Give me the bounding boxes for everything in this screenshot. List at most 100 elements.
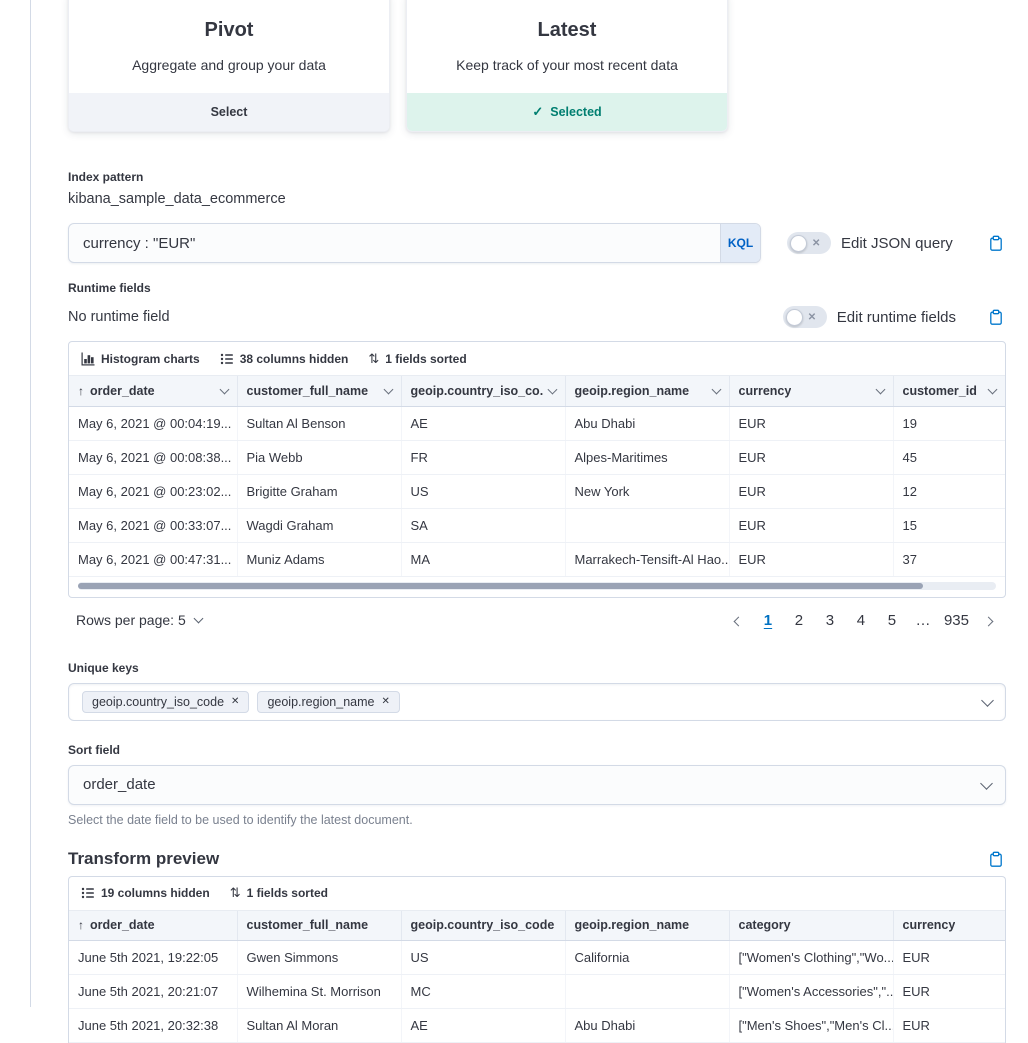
table-cell: US (401, 941, 565, 975)
columns-icon (220, 352, 234, 366)
unique-key-pill[interactable]: geoip.region_name ✕ (257, 691, 399, 713)
column-header-content: geoip.country_iso_code (411, 918, 556, 932)
index-pattern-value: kibana_sample_data_ecommerce (68, 191, 1006, 207)
chevron-right-icon (984, 616, 994, 626)
column-header-label: customer_full_name (247, 918, 369, 932)
scrollbar-thumb[interactable] (78, 583, 923, 589)
query-text: currency : "EUR" (83, 235, 195, 252)
pivot-card[interactable]: Pivot Aggregate and group your data Sele… (68, 0, 390, 132)
sort-field-help-text: Select the date field to be used to iden… (68, 813, 1006, 827)
copy-runtime-fields-button[interactable] (986, 307, 1006, 328)
latest-card[interactable]: Latest Keep track of your most recent da… (406, 0, 728, 132)
kql-language-button[interactable]: KQL (720, 224, 760, 262)
column-header-content: currency (903, 918, 997, 932)
page-button[interactable]: 5 (881, 610, 903, 631)
source-data-grid: Histogram charts 38 columns hidden ⇅ 1 f… (68, 341, 1006, 598)
column-header-content: ↑order_date (78, 918, 228, 932)
column-header-label: customer_id (903, 384, 977, 398)
column-header-content: currency (739, 384, 884, 398)
unique-key-pill-label: geoip.country_iso_code (92, 695, 224, 709)
unique-keys-combobox[interactable]: geoip.country_iso_code✕geoip.region_name… (68, 683, 1006, 721)
table-cell: May 6, 2021 @ 00:47:31... (69, 542, 237, 576)
chevron-down-icon[interactable] (981, 694, 994, 707)
column-header[interactable]: currency (729, 376, 893, 406)
page-button[interactable]: 3 (819, 610, 841, 631)
switch-knob (790, 235, 807, 252)
rows-per-page-button[interactable]: Rows per page: 5 (76, 612, 202, 628)
column-header[interactable]: ↑order_date (69, 376, 237, 406)
column-header[interactable]: ↑order_date (69, 911, 237, 941)
table-cell: EUR (893, 941, 1005, 975)
page-button[interactable]: 2 (788, 610, 810, 631)
table-cell: US (401, 474, 565, 508)
histogram-charts-button[interactable]: Histogram charts (81, 352, 200, 366)
table-cell: Alpes-Maritimes (565, 440, 729, 474)
edit-json-query-switch[interactable]: ✕ (787, 232, 831, 254)
latest-selected-button[interactable]: ✓ Selected (407, 93, 727, 131)
column-header[interactable]: customer_id (893, 376, 1005, 406)
column-header[interactable]: customer_full_name (237, 376, 401, 406)
chevron-down-icon[interactable] (383, 384, 393, 394)
chevron-down-icon[interactable] (219, 384, 229, 394)
column-header-content: geoip.country_iso_co... (411, 384, 556, 398)
column-header[interactable]: customer_full_name (237, 911, 401, 941)
sort-field-value: order_date (83, 776, 156, 793)
preview-table-body: June 5th 2021, 19:22:05Gwen SimmonsUSCal… (69, 941, 1005, 1043)
table-cell: Brigitte Graham (237, 474, 401, 508)
columns-hidden-button[interactable]: 19 columns hidden (81, 886, 210, 900)
pivot-select-button[interactable]: Select (69, 93, 389, 131)
column-header-content: geoip.region_name (575, 918, 720, 932)
column-header-content: customer_full_name (247, 384, 392, 398)
columns-hidden-button[interactable]: 38 columns hidden (220, 352, 349, 366)
runtime-fields-label: Runtime fields (68, 281, 1006, 295)
sort-field-select[interactable]: order_date (68, 765, 1006, 805)
query-input[interactable]: currency : "EUR" KQL (68, 223, 761, 263)
copy-query-button[interactable] (986, 233, 1006, 254)
column-header[interactable]: geoip.region_name (565, 376, 729, 406)
remove-key-icon[interactable]: ✕ (231, 696, 239, 707)
unique-keys-label: Unique keys (68, 661, 1006, 675)
index-pattern-label: Index pattern (68, 170, 1006, 184)
column-header[interactable]: category (729, 911, 893, 941)
chevron-down-icon[interactable] (875, 384, 885, 394)
page-button[interactable]: 935 (943, 610, 970, 631)
previous-page-button[interactable] (729, 608, 748, 633)
table-row: May 6, 2021 @ 00:47:31...Muniz AdamsMAMa… (69, 542, 1005, 576)
pivot-select-label: Select (211, 105, 248, 119)
unique-key-pill-label: geoip.region_name (267, 695, 374, 709)
next-page-button[interactable] (979, 608, 998, 633)
table-cell: EUR (729, 474, 893, 508)
horizontal-scrollbar[interactable] (78, 582, 996, 590)
page-button[interactable]: 4 (850, 610, 872, 631)
edit-runtime-fields-switch[interactable]: ✕ (783, 306, 827, 328)
chevron-down-icon[interactable] (988, 384, 998, 394)
chevron-left-icon (734, 616, 744, 626)
clipboard-icon (988, 235, 1004, 252)
edit-runtime-fields-label[interactable]: Edit runtime fields (837, 309, 956, 326)
copy-preview-button[interactable] (986, 849, 1006, 870)
chevron-down-icon[interactable] (547, 384, 557, 394)
fields-sorted-button[interactable]: ⇅ 1 fields sorted (368, 351, 466, 367)
column-header[interactable]: geoip.country_iso_code (401, 911, 565, 941)
table-cell: New York (565, 474, 729, 508)
fields-sorted-button[interactable]: ⇅ 1 fields sorted (230, 885, 328, 901)
rows-per-page-label: Rows per page: 5 (76, 612, 186, 628)
chevron-down-icon[interactable] (711, 384, 721, 394)
column-header[interactable]: geoip.country_iso_co... (401, 376, 565, 406)
table-cell: Sultan Al Benson (237, 406, 401, 440)
columns-hidden-label: 38 columns hidden (240, 352, 349, 366)
table-cell: May 6, 2021 @ 00:08:38... (69, 440, 237, 474)
unique-key-pill[interactable]: geoip.country_iso_code ✕ (82, 691, 249, 713)
column-header[interactable]: currency (893, 911, 1005, 941)
pivot-card-description: Aggregate and group your data (85, 57, 373, 73)
table-cell: EUR (893, 1009, 1005, 1043)
sort-icon: ⇅ (230, 885, 241, 901)
histogram-charts-label: Histogram charts (101, 352, 200, 366)
remove-key-icon[interactable]: ✕ (381, 696, 389, 707)
edit-json-query-label[interactable]: Edit JSON query (841, 235, 953, 252)
column-header-label: currency (903, 918, 956, 932)
source-table: ↑order_date customer_full_name geoip.count… (69, 376, 1005, 577)
page-button[interactable]: 1 (757, 610, 779, 631)
column-header[interactable]: geoip.region_name (565, 911, 729, 941)
table-cell (565, 975, 729, 1009)
